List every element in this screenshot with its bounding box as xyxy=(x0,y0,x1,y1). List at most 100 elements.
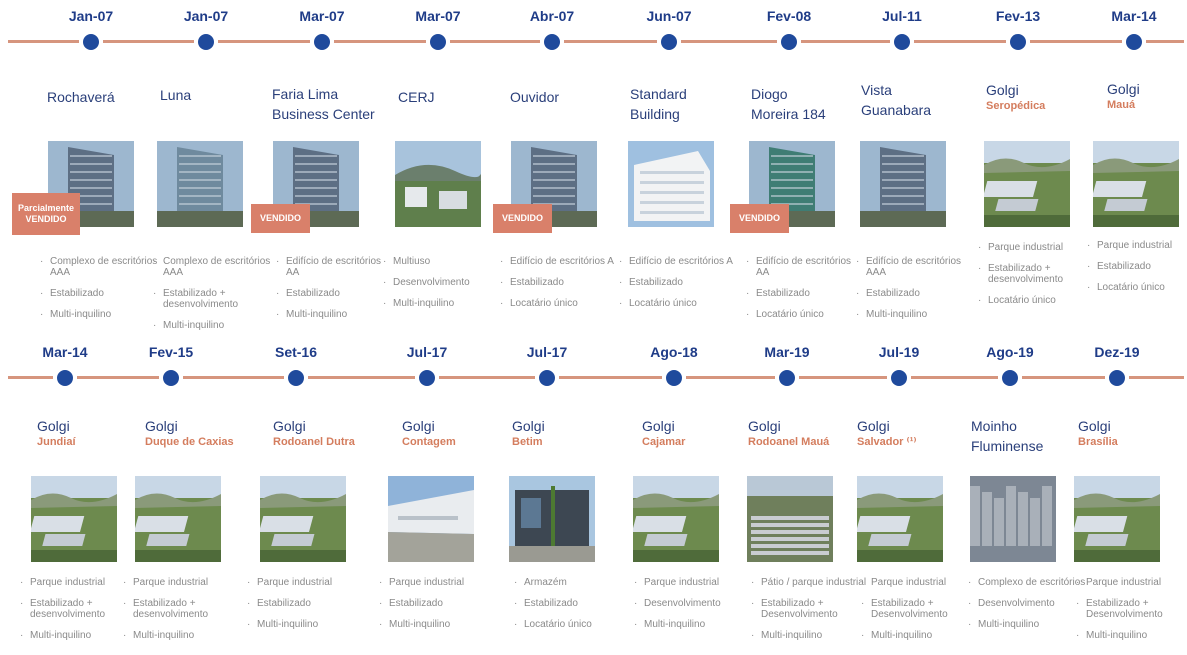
milestone-date: Mar-14 xyxy=(42,344,88,360)
property-features: Edifício de escritórios AA Estabilizado Mu… xyxy=(276,256,396,330)
feature-item: Desenvolvimento xyxy=(383,277,503,288)
white-building-image xyxy=(628,141,714,227)
milestone-date: Jul-17 xyxy=(526,344,568,360)
feature-item: Multi-inquilino xyxy=(856,309,976,320)
timeline-marker xyxy=(415,369,439,387)
timeline-dot-icon xyxy=(57,370,73,386)
property-name-line: Faria Lima xyxy=(272,86,339,102)
feature-item: Locatário único xyxy=(514,619,634,630)
timeline-dot-icon xyxy=(779,370,795,386)
property-name-line: Standard xyxy=(630,86,687,102)
feature-item: Estabilizado + desenvolvimento xyxy=(20,598,140,620)
feature-item: Multi-inquilino xyxy=(968,619,1088,630)
timeline-dot-icon xyxy=(430,34,446,50)
property-title: Golgi Cajamar xyxy=(642,416,685,449)
property-name-line: Golgi xyxy=(1078,418,1111,434)
milestone-date: Jul-11 xyxy=(882,8,922,24)
timeline-marker xyxy=(540,33,564,51)
sold-badge: Parcialmente VENDIDO xyxy=(12,193,80,235)
warehouse-aerial-image xyxy=(857,476,943,562)
property-features: Edifício de escritórios A Estabilizado Loc… xyxy=(619,256,739,319)
property-features: Parque industrial Estabilizado + Desenvol… xyxy=(1076,577,1187,651)
milestone-date: Jan-07 xyxy=(183,8,229,24)
property-title: Golgi Rodoanel Mauá xyxy=(748,416,829,449)
feature-item: Parque industrial xyxy=(379,577,499,588)
feature-item: Parque industrial xyxy=(247,577,367,588)
property-title: Moinho Fluminense xyxy=(971,416,1043,456)
milestone-date: Abr-07 xyxy=(529,8,575,24)
timeline-dot-icon xyxy=(894,34,910,50)
milestone-date: Jun-07 xyxy=(646,8,692,24)
milestone-date: Jul-17 xyxy=(406,344,448,360)
feature-item: Parque industrial xyxy=(861,577,981,588)
feature-item: Complexo de escritórios AAA xyxy=(40,256,160,278)
property-location: Brasília xyxy=(1078,436,1118,448)
timeline-dot-icon xyxy=(891,370,907,386)
feature-item: Pátio / parque industrial xyxy=(751,577,871,588)
timeline-dot-icon xyxy=(1010,34,1026,50)
historic-complex-image xyxy=(970,476,1056,562)
property-features: Edifício de escritórios AAA Estabilizado M… xyxy=(856,256,976,330)
timeline-dot-icon xyxy=(1109,370,1125,386)
property-title: Golgi Mauá xyxy=(1107,79,1140,112)
property-name-line: Diogo xyxy=(751,86,788,102)
property-location: Rodoanel Mauá xyxy=(748,436,830,448)
milestone-date: Ago-19 xyxy=(986,344,1034,360)
warehouse-aerial-image xyxy=(1093,141,1179,227)
property-features: Armazém Estabilizado Locatário único xyxy=(514,577,634,640)
property-title: Rochaverá xyxy=(47,87,115,107)
timeline-dot-icon xyxy=(1002,370,1018,386)
sold-badge-text: VENDIDO xyxy=(501,213,543,223)
property-name-line: Golgi xyxy=(145,418,178,434)
milestone-date: Dez-19 xyxy=(1094,344,1140,360)
feature-item: Complexo de escritórios AAA xyxy=(153,256,273,278)
feature-item: Multi-inquilino xyxy=(123,630,243,641)
feature-item: Multi-inquilino xyxy=(20,630,140,641)
feature-item: Multi-inquilino xyxy=(153,320,273,331)
property-name-line: CERJ xyxy=(398,89,435,105)
feature-item: Estabilizado xyxy=(40,288,160,299)
feature-item: Edifício de escritórios AAA xyxy=(856,256,976,278)
timeline-marker xyxy=(657,33,681,51)
timeline-marker xyxy=(887,369,911,387)
property-name-line: Golgi xyxy=(857,418,890,434)
property-name-line: Vista xyxy=(861,82,892,98)
feature-item: Estabilizado + desenvolvimento xyxy=(978,263,1098,285)
property-features: Multiuso Desenvolvimento Multi-inquilino xyxy=(383,256,503,319)
property-location: Duque de Caxias xyxy=(145,436,234,448)
sold-badge-text: VENDIDO xyxy=(25,214,67,224)
property-features: Parque industrial Estabilizado Locatário ú… xyxy=(1087,240,1187,303)
feature-item: Edifício de escritórios AA xyxy=(746,256,866,278)
timeline-dot-icon xyxy=(544,34,560,50)
timeline-dot-icon xyxy=(781,34,797,50)
property-features: Complexo de escritórios Desenvolvimento Mu… xyxy=(968,577,1088,640)
feature-item: Parque industrial xyxy=(1076,577,1187,588)
property-features: Parque industrial Estabilizado + desenvol… xyxy=(123,577,243,651)
property-title: Golgi Salvador ⁽¹⁾ xyxy=(857,416,917,449)
city-tower-image xyxy=(860,141,946,227)
feature-item: Parque industrial xyxy=(634,577,754,588)
property-name-line: Guanabara xyxy=(861,102,932,118)
property-title: CERJ xyxy=(398,87,435,107)
property-location: Jundiaí xyxy=(37,436,76,448)
warehouse-aerial-image xyxy=(260,476,346,562)
milestone-date: Ago-18 xyxy=(650,344,698,360)
property-features: Edifício de escritórios AA Estabilizado Lo… xyxy=(746,256,866,330)
property-title: Golgi Duque de Caxias xyxy=(145,416,234,449)
timeline-dot-icon xyxy=(314,34,330,50)
feature-item: Locatário único xyxy=(619,298,739,309)
property-name-line: Luna xyxy=(160,87,192,103)
property-location: Cajamar xyxy=(642,436,686,448)
feature-item: Estabilizado + desenvolvimento xyxy=(123,598,243,620)
sold-badge: VENDIDO xyxy=(251,204,310,233)
property-title: Standard Building xyxy=(630,84,687,124)
property-name-line: Rochaverá xyxy=(47,89,115,105)
milestone-date: Fev-13 xyxy=(995,8,1041,24)
feature-item: Estabilizado xyxy=(247,598,367,609)
feature-item: Multi-inquilino xyxy=(634,619,754,630)
feature-item: Estabilizado xyxy=(514,598,634,609)
timeline-marker xyxy=(775,369,799,387)
truck-yard-image xyxy=(747,476,833,562)
timeline-dot-icon xyxy=(198,34,214,50)
property-features: Parque industrial Desenvolvimento Multi-in… xyxy=(634,577,754,640)
